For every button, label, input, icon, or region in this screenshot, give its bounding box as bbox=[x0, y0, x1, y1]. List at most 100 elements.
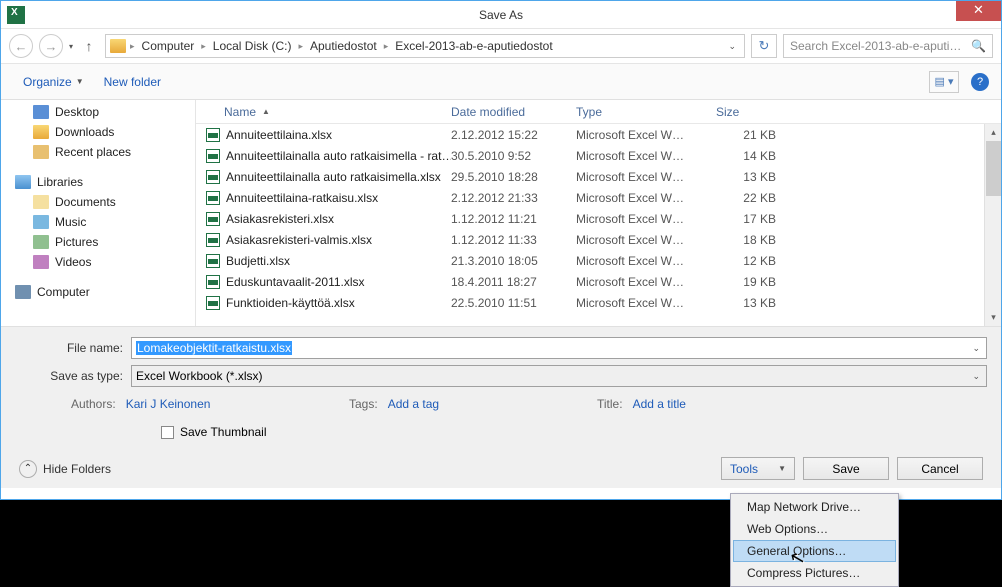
chevron-up-icon: ⌃ bbox=[19, 460, 37, 478]
organize-button[interactable]: Organize ▼ bbox=[13, 71, 94, 93]
file-row[interactable]: Annuiteettilainalla auto ratkaisimella.x… bbox=[196, 166, 1001, 187]
scroll-down[interactable]: ▾ bbox=[985, 309, 1002, 326]
file-date: 18.4.2011 18:27 bbox=[451, 275, 576, 289]
file-date: 2.12.2012 15:22 bbox=[451, 128, 576, 142]
file-name: Asiakasrekisteri-valmis.xlsx bbox=[226, 233, 372, 247]
authors-value[interactable]: Kari J Keinonen bbox=[126, 397, 211, 411]
new-folder-button[interactable]: New folder bbox=[94, 71, 171, 93]
file-row[interactable]: Asiakasrekisteri-valmis.xlsx1.12.2012 11… bbox=[196, 229, 1001, 250]
file-type: Microsoft Excel W… bbox=[576, 275, 716, 289]
col-name[interactable]: Name▲ bbox=[196, 105, 451, 119]
scrollbar[interactable]: ▴ ▾ bbox=[984, 124, 1001, 326]
file-row[interactable]: Annuiteettilaina-ratkaisu.xlsx2.12.2012 … bbox=[196, 187, 1001, 208]
file-row[interactable]: Funktioiden-käyttöä.xlsx22.5.2010 11:51M… bbox=[196, 292, 1001, 313]
file-row[interactable]: Eduskuntavaalit-2011.xlsx 18.4.2011 18:27… bbox=[196, 271, 1001, 292]
excel-file-icon bbox=[206, 212, 220, 226]
search-icon: 🔍 bbox=[971, 39, 986, 53]
file-row[interactable]: Budjetti.xlsx21.3.2010 18:05Microsoft Ex… bbox=[196, 250, 1001, 271]
excel-file-icon bbox=[206, 128, 220, 142]
history-dropdown[interactable]: ▾ bbox=[69, 42, 73, 51]
col-type[interactable]: Type bbox=[576, 105, 716, 119]
tools-button[interactable]: Tools ▼ bbox=[721, 457, 795, 480]
toolbar: Organize ▼ New folder ▤ ▾ ? bbox=[1, 64, 1001, 100]
savetype-label: Save as type: bbox=[15, 369, 131, 383]
computer-icon bbox=[15, 285, 31, 299]
filename-label: File name: bbox=[15, 341, 131, 355]
forward-button[interactable]: → bbox=[39, 34, 63, 58]
file-name: Annuiteettilaina-ratkaisu.xlsx bbox=[226, 191, 378, 205]
excel-icon bbox=[7, 6, 25, 24]
file-date: 1.12.2012 11:21 bbox=[451, 212, 576, 226]
file-name: Asiakasrekisteri.xlsx bbox=[226, 212, 334, 226]
search-box[interactable]: Search Excel-2013-ab-e-aputi… 🔍 bbox=[783, 34, 993, 58]
savetype-select[interactable]: Excel Workbook (*.xlsx) ⌄ bbox=[131, 365, 987, 387]
scroll-up[interactable]: ▴ bbox=[985, 124, 1002, 141]
file-row[interactable]: Annuiteettilainalla auto ratkaisimella -… bbox=[196, 145, 1001, 166]
sidebar-desktop[interactable]: Desktop bbox=[1, 102, 195, 122]
back-button[interactable]: ← bbox=[9, 34, 33, 58]
main-area: Desktop Downloads Recent places Librarie… bbox=[1, 100, 1001, 326]
excel-file-icon bbox=[206, 233, 220, 247]
crumb-sep: ▸ bbox=[130, 41, 135, 52]
sidebar-videos[interactable]: Videos bbox=[1, 252, 195, 272]
file-size: 12 KB bbox=[716, 254, 796, 268]
refresh-button[interactable]: ↻ bbox=[751, 34, 777, 58]
address-bar[interactable]: ▸ Computer ▸ Local Disk (C:) ▸ Aputiedos… bbox=[105, 34, 745, 58]
tools-menu: Map Network Drive… Web Options… General … bbox=[730, 493, 899, 587]
file-row[interactable]: Annuiteettilaina.xlsx2.12.2012 15:22Micr… bbox=[196, 124, 1001, 145]
save-thumbnail-checkbox[interactable] bbox=[161, 426, 174, 439]
sidebar-computer[interactable]: Computer bbox=[1, 282, 195, 302]
libraries-icon bbox=[15, 175, 31, 189]
menu-web-options[interactable]: Web Options… bbox=[733, 518, 896, 540]
menu-map-drive[interactable]: Map Network Drive… bbox=[733, 496, 896, 518]
sidebar-downloads[interactable]: Downloads bbox=[1, 122, 195, 142]
crumb-folder1[interactable]: Aputiedostot bbox=[307, 39, 380, 53]
crumb-disk[interactable]: Local Disk (C:) bbox=[210, 39, 295, 53]
scroll-thumb[interactable] bbox=[986, 141, 1001, 196]
file-type: Microsoft Excel W… bbox=[576, 191, 716, 205]
menu-general-options[interactable]: General Options… bbox=[733, 540, 896, 562]
savetype-value: Excel Workbook (*.xlsx) bbox=[136, 369, 262, 383]
cancel-button[interactable]: Cancel bbox=[897, 457, 983, 480]
file-name: Budjetti.xlsx bbox=[226, 254, 290, 268]
file-date: 22.5.2010 11:51 bbox=[451, 296, 576, 310]
save-button[interactable]: Save bbox=[803, 457, 889, 480]
file-name: Funktioiden-käyttöä.xlsx bbox=[226, 296, 355, 310]
sidebar-libraries[interactable]: Libraries bbox=[1, 172, 195, 192]
file-size: 22 KB bbox=[716, 191, 796, 205]
help-button[interactable]: ? bbox=[971, 73, 989, 91]
address-dropdown[interactable]: ⌄ bbox=[724, 41, 740, 52]
hide-folders-button[interactable]: ⌃ Hide Folders bbox=[19, 460, 111, 478]
view-button[interactable]: ▤ ▾ bbox=[929, 71, 959, 93]
tags-value[interactable]: Add a tag bbox=[388, 397, 439, 411]
file-name: Annuiteettilaina.xlsx bbox=[226, 128, 332, 142]
downloads-icon bbox=[33, 125, 49, 139]
file-size: 21 KB bbox=[716, 128, 796, 142]
sidebar-music[interactable]: Music bbox=[1, 212, 195, 232]
crumb-computer[interactable]: Computer bbox=[139, 39, 198, 53]
column-headers: Name▲ Date modified Type Size bbox=[196, 100, 1001, 124]
file-name: Annuiteettilainalla auto ratkaisimella -… bbox=[226, 149, 451, 163]
sidebar-pictures[interactable]: Pictures bbox=[1, 232, 195, 252]
filename-dropdown[interactable]: ⌄ bbox=[972, 343, 980, 354]
sidebar-recent[interactable]: Recent places bbox=[1, 142, 195, 162]
savetype-dropdown[interactable]: ⌄ bbox=[972, 371, 980, 382]
filename-input[interactable]: Lomakeobjektit-ratkaistu.xlsx ⌄ bbox=[131, 337, 987, 359]
file-size: 13 KB bbox=[716, 296, 796, 310]
title-value[interactable]: Add a title bbox=[633, 397, 686, 411]
file-type: Microsoft Excel W… bbox=[576, 212, 716, 226]
sidebar-documents[interactable]: Documents bbox=[1, 192, 195, 212]
videos-icon bbox=[33, 255, 49, 269]
file-name: Eduskuntavaalit-2011.xlsx bbox=[226, 275, 365, 289]
close-button[interactable]: ✕ bbox=[956, 1, 1001, 21]
title-label: Title: bbox=[597, 397, 623, 411]
tags-label: Tags: bbox=[349, 397, 378, 411]
col-size[interactable]: Size bbox=[716, 105, 796, 119]
excel-file-icon bbox=[206, 170, 220, 184]
file-row[interactable]: Asiakasrekisteri.xlsx 1.12.2012 11:21Micr… bbox=[196, 208, 1001, 229]
crumb-folder2[interactable]: Excel-2013-ab-e-aputiedostot bbox=[392, 39, 555, 53]
up-button[interactable]: ↑ bbox=[79, 36, 99, 56]
col-date[interactable]: Date modified bbox=[451, 105, 576, 119]
excel-file-icon bbox=[206, 149, 220, 163]
authors-label: Authors: bbox=[71, 397, 116, 411]
